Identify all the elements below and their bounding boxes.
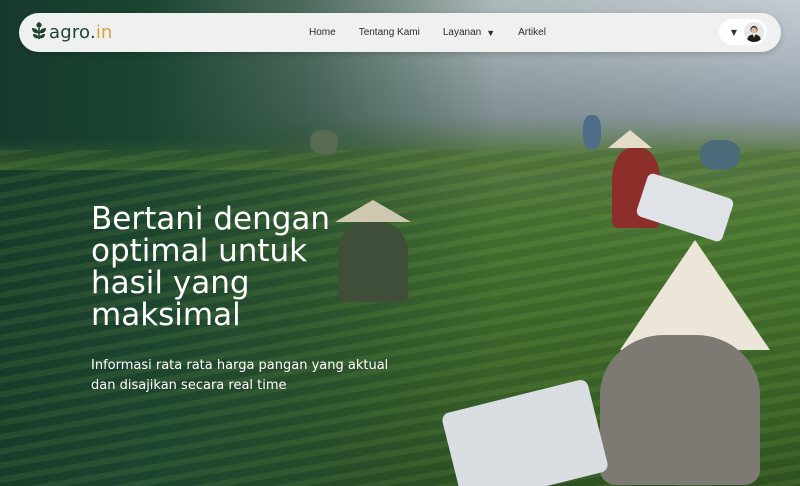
caret-down-icon: ▼ — [486, 27, 496, 38]
caret-down-icon: ▼ — [730, 27, 737, 37]
nav-home[interactable]: Home — [309, 27, 336, 38]
farmer-figure — [700, 140, 740, 170]
brand-logo[interactable]: agro. in — [31, 13, 112, 52]
brand-name: agro. — [49, 22, 96, 43]
nav-layanan-dropdown[interactable]: Layanan ▼ — [443, 27, 495, 38]
nav-home-label: Home — [309, 27, 336, 38]
main-nav: Home Tentang Kami Layanan ▼ Artikel — [309, 13, 569, 52]
user-menu-button[interactable]: ▼ — [719, 19, 767, 45]
brand-tld: in — [95, 22, 113, 43]
nav-layanan-label: Layanan — [442, 27, 482, 38]
hero-title: Bertani dengan optimal untuk hasil yang … — [91, 201, 331, 333]
nav-tentang-kami-label: Tentang Kami — [358, 27, 420, 38]
farmer-figure — [590, 240, 790, 486]
avatar — [744, 22, 764, 42]
hero-subtitle: Informasi rata rata harga pangan yang ak… — [91, 358, 389, 393]
nav-artikel[interactable]: Artikel — [518, 27, 546, 38]
hero-section: agro. in Home Tentang Kami Layanan ▼ Arti… — [0, 0, 800, 486]
farmer-figure — [583, 115, 601, 149]
leaf-logo-icon — [31, 21, 49, 44]
nav-tentang-kami[interactable]: Tentang Kami — [359, 27, 420, 38]
nav-artikel-label: Artikel — [518, 27, 546, 38]
navbar: agro. in Home Tentang Kami Layanan ▼ Arti… — [19, 13, 781, 52]
farmer-figure — [310, 130, 338, 154]
